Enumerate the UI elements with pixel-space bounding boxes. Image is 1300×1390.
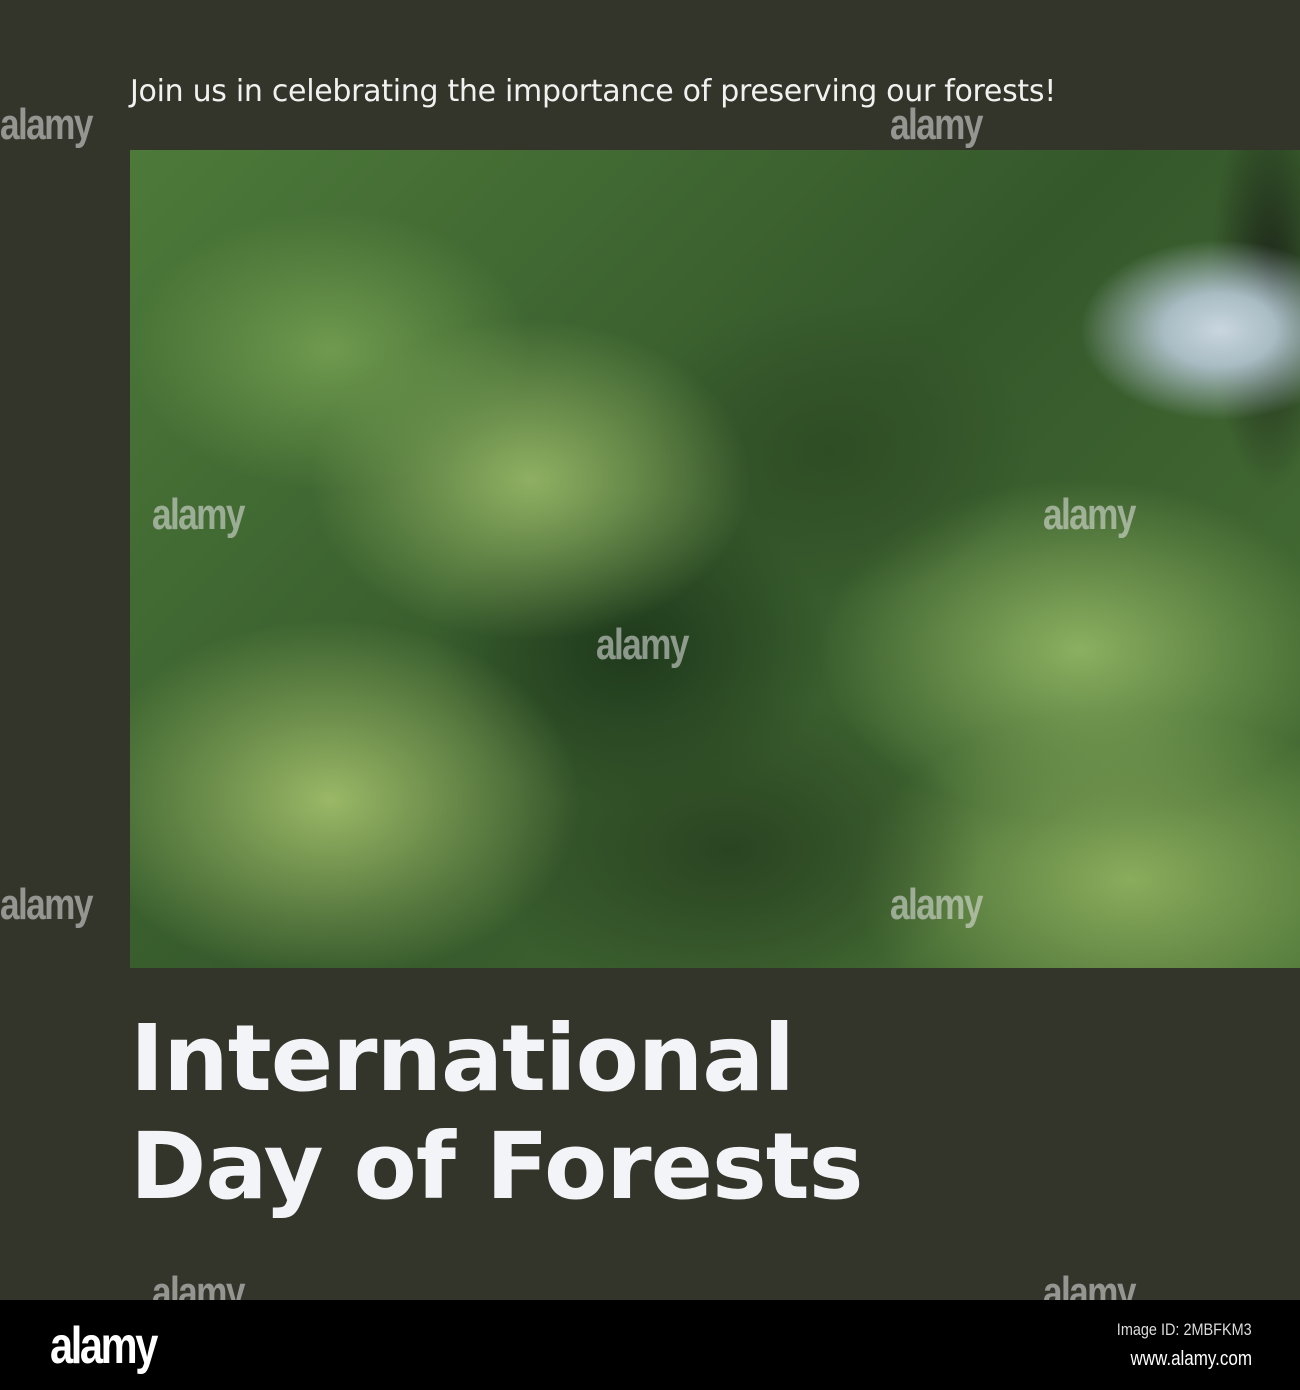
watermark: alamy: [0, 100, 93, 149]
forest-photo: [130, 150, 1300, 968]
watermark: alamy: [596, 620, 689, 669]
watermark: alamy: [890, 880, 983, 929]
site-url: www.alamy.com: [1130, 1348, 1252, 1370]
headline-line-2: Day of Forests: [130, 1113, 863, 1220]
alamy-logo: alamy: [50, 1317, 158, 1375]
headline-line-1: International: [130, 1005, 795, 1112]
watermark: alamy: [152, 490, 245, 539]
headline: International Day of Forests: [130, 1005, 863, 1221]
watermark: alamy: [0, 880, 93, 929]
footer-bar: alamy Image ID: 2MBFKM3 www.alamy.com: [0, 1300, 1300, 1390]
watermark: alamy: [890, 100, 983, 149]
poster: Join us in celebrating the importance of…: [0, 0, 1300, 1317]
watermark: alamy: [1043, 490, 1136, 539]
image-id: Image ID: 2MBFKM3: [1117, 1320, 1252, 1339]
